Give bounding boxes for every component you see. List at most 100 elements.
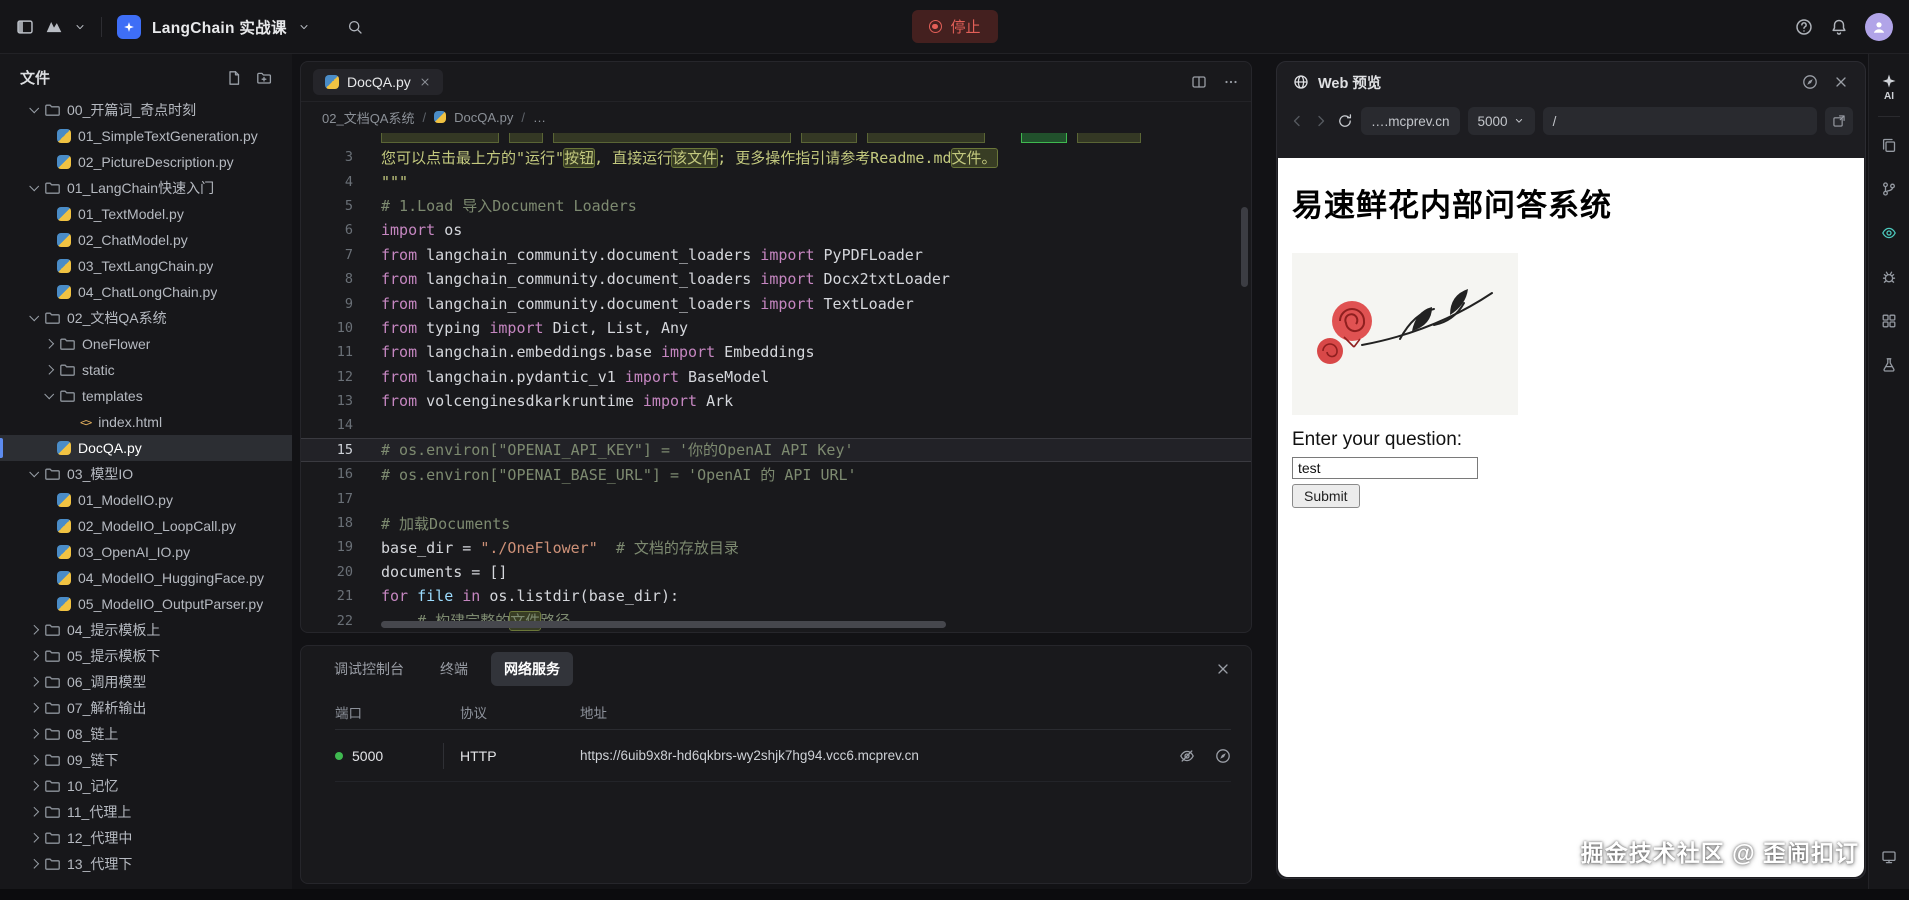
tree-item-label: 02_文档QA系统: [67, 308, 167, 328]
submit-button[interactable]: Submit: [1292, 484, 1360, 508]
code-line: 19base_dir = "./OneFlower" # 文档的存放目录: [301, 535, 1251, 559]
tree-item[interactable]: OneFlower: [0, 331, 292, 357]
vertical-scrollbar[interactable]: [1241, 207, 1248, 287]
open-in-browser-button[interactable]: [1802, 74, 1818, 90]
preview-close-button[interactable]: [1833, 74, 1849, 90]
tree-item[interactable]: 02_ModelIO_LoopCall.py: [0, 513, 292, 539]
code-line: 12from langchain.pydantic_v1 import Base…: [301, 365, 1251, 389]
tree-item[interactable]: static: [0, 357, 292, 383]
tree-item[interactable]: 10_记忆: [0, 773, 292, 799]
tree-item[interactable]: 13_代理下: [0, 851, 292, 877]
help-button[interactable]: [1795, 18, 1813, 36]
flask-button[interactable]: [1869, 343, 1909, 387]
breadcrumb-item[interactable]: 02_文档QA系统: [322, 108, 414, 127]
breadcrumb[interactable]: 02_文档QA系统/DocQA.py/…: [301, 102, 1251, 132]
tree-item[interactable]: 06_调用模型: [0, 669, 292, 695]
tree-item[interactable]: 05_提示模板下: [0, 643, 292, 669]
tree-item[interactable]: 11_代理上: [0, 799, 292, 825]
tree-item-label: 01_ModelIO.py: [78, 492, 173, 508]
tree-item[interactable]: 03_OpenAI_IO.py: [0, 539, 292, 565]
port-url[interactable]: https://6uib9x8r-hd6qkbrs-wy2shjk7hg94.v…: [580, 748, 919, 763]
tree-item[interactable]: 01_SimpleTextGeneration.py: [0, 123, 292, 149]
stop-icon: [928, 20, 941, 33]
panel-tab[interactable]: 调试控制台: [321, 652, 417, 686]
tree-item[interactable]: 01_LangChain快速入门: [0, 175, 292, 201]
tree-item-label: 03_TextLangChain.py: [78, 258, 213, 274]
search-button[interactable]: [347, 19, 363, 35]
tree-item[interactable]: 05_ModelIO_OutputParser.py: [0, 591, 292, 617]
logo-caret-icon[interactable]: [74, 21, 86, 33]
tree-item-label: 12_代理中: [67, 828, 132, 848]
tree-item[interactable]: DocQA.py: [0, 435, 292, 461]
protocol-cell: HTTP: [444, 748, 580, 764]
tree-item[interactable]: templates: [0, 383, 292, 409]
open-compass-button[interactable]: [1215, 748, 1231, 764]
tree-item[interactable]: 02_ChatModel.py: [0, 227, 292, 253]
project-caret-icon[interactable]: [298, 21, 310, 33]
git-branch-button[interactable]: [1869, 167, 1909, 211]
open-window-button[interactable]: [1825, 107, 1853, 135]
project-name[interactable]: LangChain 实战课: [152, 16, 287, 38]
monitor-button[interactable]: [1869, 835, 1909, 879]
eye-button[interactable]: [1869, 211, 1909, 255]
panel-tab[interactable]: 终端: [427, 652, 481, 686]
tab-close-icon[interactable]: [419, 76, 431, 88]
folder-icon: [44, 466, 60, 482]
preview-eye-button[interactable]: [1179, 748, 1195, 764]
tree-item[interactable]: 07_解析输出: [0, 695, 292, 721]
tree-item[interactable]: <>index.html: [0, 409, 292, 435]
chevron-icon: [29, 650, 39, 660]
new-folder-button[interactable]: [256, 70, 272, 86]
tree-item[interactable]: 01_ModelIO.py: [0, 487, 292, 513]
file-tab[interactable]: DocQA.py: [313, 69, 443, 95]
tree-item[interactable]: 12_代理中: [0, 825, 292, 851]
back-button[interactable]: [1289, 113, 1305, 129]
ports-table-header: 端口协议地址: [335, 694, 1231, 730]
chevron-icon: [29, 467, 39, 477]
tree-item[interactable]: 03_模型IO: [0, 461, 292, 487]
tree-item[interactable]: 02_PictureDescription.py: [0, 149, 292, 175]
page-heading: 易速鲜花内部问答系统: [1292, 180, 1850, 225]
notifications-button[interactable]: [1830, 18, 1848, 36]
code-line: 3您可以点击最上方的"运行"按钮, 直接运行该文件; 更多操作指引请参考Read…: [301, 145, 1251, 169]
tree-item[interactable]: 09_链下: [0, 747, 292, 773]
refresh-button[interactable]: [1337, 113, 1353, 129]
bug-button[interactable]: [1869, 255, 1909, 299]
file-tree: 00_开篇词_奇点时刻01_SimpleTextGeneration.py02_…: [0, 97, 292, 877]
sidebar-toggle-button[interactable]: [16, 18, 34, 36]
folder-icon: [44, 310, 60, 326]
forward-button[interactable]: [1313, 113, 1329, 129]
code-line: 20documents = []: [301, 560, 1251, 584]
horizontal-scrollbar[interactable]: [381, 621, 946, 628]
breadcrumb-item[interactable]: …: [533, 110, 546, 125]
path-input[interactable]: /: [1543, 107, 1817, 135]
tree-item[interactable]: 03_TextLangChain.py: [0, 253, 292, 279]
app-logo-icon[interactable]: [45, 18, 63, 36]
code-lines: 3您可以点击最上方的"运行"按钮, 直接运行该文件; 更多操作指引请参考Read…: [301, 145, 1251, 632]
stop-button[interactable]: 停止: [911, 10, 997, 43]
chevron-icon: [29, 103, 39, 113]
panel-close-button[interactable]: [1215, 661, 1231, 677]
breadcrumb-item[interactable]: DocQA.py: [454, 110, 513, 125]
code-editor[interactable]: 3您可以点击最上方的"运行"按钮, 直接运行该文件; 更多操作指引请参考Read…: [301, 133, 1251, 632]
url-host-box[interactable]: ….mcprev.cn: [1361, 107, 1460, 135]
tree-item[interactable]: 04_ChatLongChain.py: [0, 279, 292, 305]
copy-button[interactable]: [1869, 123, 1909, 167]
split-editor-button[interactable]: [1191, 74, 1207, 90]
python-file-icon: [57, 519, 71, 533]
tree-item[interactable]: 02_文档QA系统: [0, 305, 292, 331]
panel-tab[interactable]: 网络服务: [491, 652, 573, 686]
port-cell: 5000: [335, 748, 443, 764]
tree-item[interactable]: 01_TextModel.py: [0, 201, 292, 227]
grid-button[interactable]: [1869, 299, 1909, 343]
tree-item[interactable]: 08_链上: [0, 721, 292, 747]
editor-more-button[interactable]: [1223, 74, 1239, 90]
new-file-button[interactable]: [226, 70, 242, 86]
question-input[interactable]: [1292, 457, 1478, 479]
user-avatar[interactable]: [1865, 13, 1893, 41]
ai-sparkle-button[interactable]: AI: [1869, 62, 1909, 112]
port-select[interactable]: 5000: [1468, 107, 1535, 135]
tree-item[interactable]: 00_开篇词_奇点时刻: [0, 97, 292, 123]
tree-item[interactable]: 04_提示模板上: [0, 617, 292, 643]
tree-item[interactable]: 04_ModelIO_HuggingFace.py: [0, 565, 292, 591]
